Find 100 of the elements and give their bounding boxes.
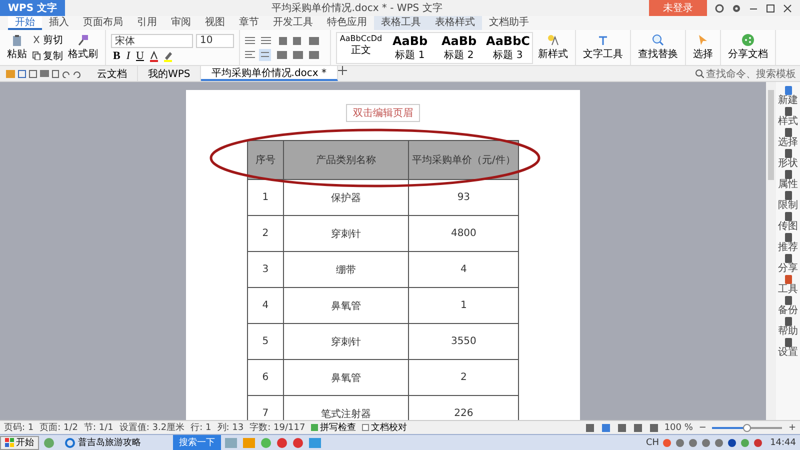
sidebar-icon bbox=[784, 233, 792, 242]
sidebar-item[interactable]: 分享 bbox=[778, 254, 798, 274]
sidebar-icon bbox=[784, 275, 792, 284]
sidebar-item[interactable]: 传图 bbox=[778, 212, 798, 232]
copy-button[interactable]: 复制 bbox=[32, 48, 63, 62]
format-button[interactable]: I bbox=[124, 50, 132, 62]
zoom-level: 100 % bbox=[664, 422, 693, 432]
sidebar-item[interactable]: 样式 bbox=[778, 107, 798, 127]
format-button[interactable]: U bbox=[134, 50, 146, 62]
undo-icon bbox=[62, 70, 70, 78]
table-cell: 保护器 bbox=[283, 180, 409, 216]
ribbon-tool-button[interactable]: 查找替换 bbox=[636, 34, 680, 61]
sidebar-icon bbox=[784, 338, 792, 347]
ribbon-tool-button[interactable]: 分享文档 bbox=[726, 34, 770, 61]
copy-icon bbox=[32, 51, 41, 60]
sidebar-icon bbox=[784, 191, 792, 200]
sidebar-item[interactable]: 新建 bbox=[778, 86, 798, 106]
zoom-in-button[interactable]: + bbox=[788, 422, 796, 432]
clock: 14:44 bbox=[769, 438, 797, 448]
command-search-field[interactable]: 查找命令、搜索模板 bbox=[691, 66, 800, 81]
cut-button[interactable]: 剪切 bbox=[32, 32, 63, 46]
status-text: 列: 13 bbox=[217, 422, 244, 434]
menu-tab[interactable]: 插入 bbox=[42, 16, 76, 30]
clipboard-icon bbox=[11, 34, 23, 46]
redo-icon bbox=[73, 70, 81, 78]
close-icon bbox=[783, 4, 792, 12]
table-cell: 鼻氧管 bbox=[283, 288, 409, 324]
sidebar-icon bbox=[784, 149, 792, 158]
table-cell: 93 bbox=[408, 180, 518, 216]
menu-tab[interactable]: 文档助手 bbox=[482, 16, 536, 30]
menu-tab[interactable]: 特色应用 bbox=[320, 16, 374, 30]
menu-tab[interactable]: 引用 bbox=[130, 16, 164, 30]
status-text: 节: 1/1 bbox=[84, 422, 114, 434]
sidebar-item[interactable]: 帮助 bbox=[778, 317, 798, 337]
sidebar-item[interactable]: 设置 bbox=[778, 338, 798, 358]
table-cell: 4 bbox=[248, 288, 284, 324]
sidebar-icon bbox=[784, 170, 792, 179]
table-header-cell: 产品类别名称 bbox=[283, 140, 409, 180]
start-button[interactable]: 开始 bbox=[0, 436, 39, 450]
table-cell: 6 bbox=[248, 360, 284, 396]
app-logo[interactable]: WPS 文字 bbox=[0, 0, 66, 16]
zoom-out-button[interactable]: − bbox=[698, 422, 706, 432]
sidebar-icon bbox=[784, 107, 792, 116]
add-tab-icon bbox=[338, 66, 347, 75]
table-cell: 4800 bbox=[408, 216, 518, 252]
format-painter-button[interactable]: 格式刷 bbox=[66, 34, 100, 61]
scrollbar-thumb[interactable] bbox=[768, 90, 774, 180]
sidebar-icon bbox=[784, 254, 792, 263]
header-edit-hint[interactable]: 双击编辑页眉 bbox=[346, 104, 420, 122]
menu-tab[interactable]: 表格样式 bbox=[428, 16, 482, 30]
document-tab[interactable]: 平均采购单价情况.docx * bbox=[201, 66, 338, 81]
maximize-icon bbox=[766, 4, 775, 12]
magnifier-icon bbox=[652, 34, 664, 46]
input-method-indicator[interactable]: CH bbox=[646, 438, 660, 448]
table-cell: 2 bbox=[408, 360, 518, 396]
menu-tab[interactable]: 开发工具 bbox=[266, 16, 320, 30]
highlight-icon bbox=[162, 50, 174, 62]
ribbon-tool-button[interactable]: 文字工具 bbox=[581, 34, 625, 61]
cursor-icon bbox=[697, 34, 709, 46]
sidebar-icon bbox=[784, 86, 792, 95]
sidebar-item[interactable]: 工具 bbox=[778, 275, 798, 295]
style-preset[interactable]: AaBbC 标题 3 bbox=[484, 32, 532, 62]
font-name-select[interactable]: 宋体 bbox=[111, 34, 193, 48]
table-cell: 1 bbox=[408, 288, 518, 324]
menu-tab[interactable]: 开始 bbox=[8, 16, 42, 30]
sidebar-item[interactable]: 属性 bbox=[778, 170, 798, 190]
menu-tab[interactable]: 章节 bbox=[232, 16, 266, 30]
paste-button[interactable]: 粘贴 bbox=[5, 34, 29, 61]
app-icon bbox=[43, 436, 55, 448]
sidebar-item[interactable]: 限制 bbox=[778, 191, 798, 211]
document-tab[interactable]: 云文档 bbox=[87, 66, 138, 81]
sidebar-item[interactable]: 选择 bbox=[778, 128, 798, 148]
menu-tab[interactable]: 审阅 bbox=[164, 16, 198, 30]
table-header-cell: 序号 bbox=[248, 140, 284, 180]
new-style-icon bbox=[547, 34, 559, 46]
font-size-select[interactable]: 10 bbox=[196, 34, 234, 48]
ribbon-tool-button[interactable]: 选择 bbox=[691, 34, 715, 61]
taskbar-window[interactable]: 普吉岛旅游攻略 bbox=[59, 435, 169, 450]
format-button[interactable]: B bbox=[111, 50, 122, 62]
status-text: 页码: 1 bbox=[4, 422, 34, 434]
table-cell: 5 bbox=[248, 324, 284, 360]
brush-icon bbox=[77, 34, 89, 46]
sidebar-icon bbox=[784, 317, 792, 326]
sidebar-item[interactable]: 形状 bbox=[778, 149, 798, 169]
window-title: 平均采购单价情况.docx * - WPS 文字 bbox=[270, 2, 444, 15]
menu-tab[interactable]: 页面布局 bbox=[76, 16, 130, 30]
table-cell: 3 bbox=[248, 252, 284, 288]
menu-tab[interactable]: 表格工具 bbox=[374, 16, 428, 30]
search-icon bbox=[695, 69, 704, 78]
table-cell: 鼻氧管 bbox=[283, 360, 409, 396]
sidebar-item[interactable]: 推荐 bbox=[778, 233, 798, 253]
menu-tab[interactable]: 视图 bbox=[198, 16, 232, 30]
sidebar-icon bbox=[784, 128, 792, 137]
search-button[interactable]: 搜索一下 bbox=[173, 434, 221, 450]
sidebar-item[interactable]: 备份 bbox=[778, 296, 798, 316]
new-style-button[interactable]: 新样式 bbox=[536, 34, 570, 61]
scissors-icon bbox=[32, 35, 41, 44]
status-checkbox[interactable]: 拼写检查 bbox=[311, 421, 356, 434]
status-checkbox[interactable]: 文档校对 bbox=[362, 421, 408, 434]
share-icon bbox=[742, 34, 754, 46]
